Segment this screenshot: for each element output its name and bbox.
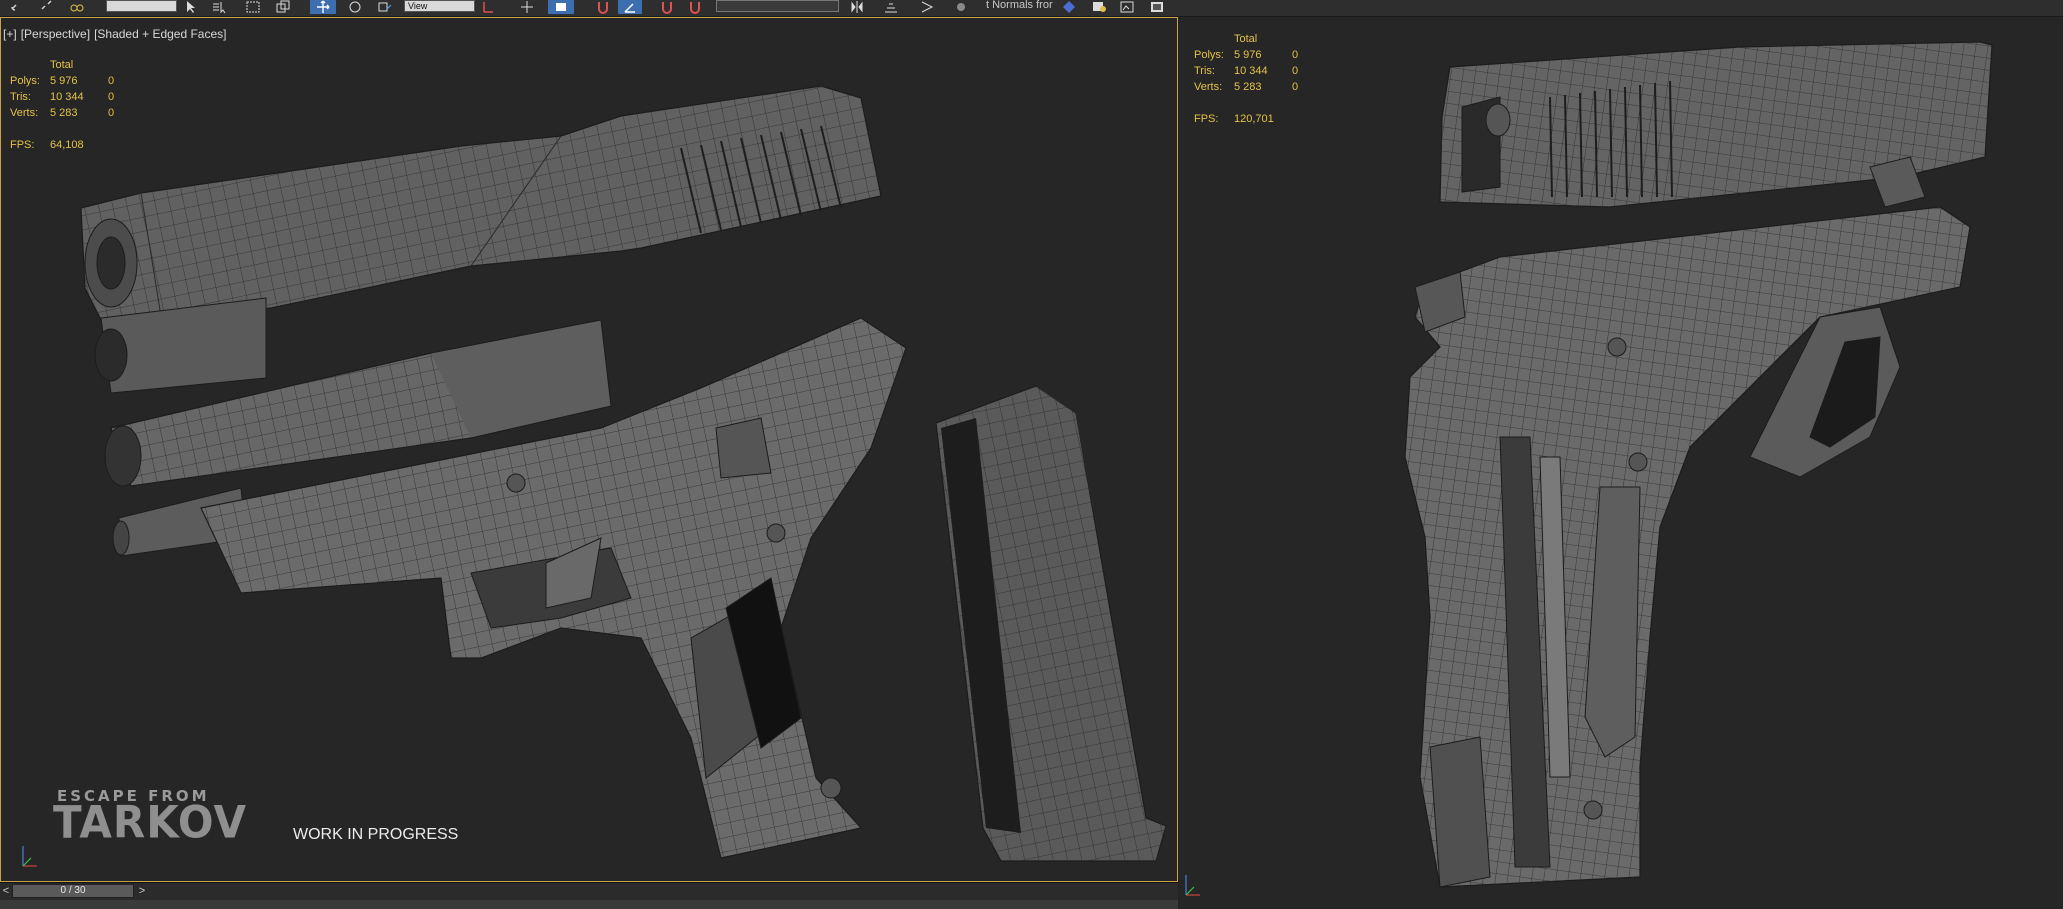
normals-label: t Normals fror <box>986 0 1053 11</box>
time-slider-bar: < 0 / 30 > <box>0 882 1178 909</box>
rect-region-icon[interactable] <box>242 0 264 14</box>
mirror-icon[interactable] <box>846 0 868 14</box>
magazine-part[interactable] <box>935 385 1167 862</box>
axis-gizmo-icon <box>1185 875 1200 896</box>
selection-filter-field[interactable] <box>106 0 177 12</box>
link-icon[interactable] <box>6 0 28 14</box>
align-icon[interactable] <box>880 0 902 14</box>
secondary-viewport[interactable]: Total Polys: 5 976 0 Tris: 10 344 0 Verts: 5 … <box>1180 17 2063 908</box>
pistol-model-assembled[interactable] <box>1180 17 2063 908</box>
reference-coord-icon[interactable] <box>374 0 396 14</box>
unlink-icon[interactable] <box>36 0 58 14</box>
slide-part[interactable] <box>1439 41 1993 208</box>
move-icon[interactable] <box>310 0 336 14</box>
window-crossing-icon[interactable] <box>272 0 294 14</box>
percent-snap-icon[interactable] <box>656 0 678 14</box>
checker-icon[interactable] <box>1058 0 1080 14</box>
select-by-name-icon[interactable] <box>208 0 230 14</box>
prev-frame-button[interactable]: < <box>0 884 12 898</box>
time-slider[interactable]: 0 / 30 <box>12 884 134 898</box>
manipulate-icon[interactable] <box>548 0 574 14</box>
bind-icon[interactable] <box>66 0 88 14</box>
logo-main-text: TARKOV <box>53 796 247 849</box>
perspective-viewport[interactable]: [+] [Perspective] [Shaded + Edged Faces] T… <box>0 17 1178 882</box>
layer-icon[interactable] <box>916 0 938 14</box>
render-frame-icon[interactable] <box>1146 0 1168 14</box>
pivot-icon[interactable] <box>478 0 500 14</box>
render-setup-icon[interactable] <box>1116 0 1138 14</box>
frame-part[interactable] <box>1404 206 1971 888</box>
spinner-snap-icon[interactable] <box>684 0 706 14</box>
pistol-model-exploded[interactable] <box>1 18 1177 881</box>
snap-icon[interactable] <box>592 0 614 14</box>
axis-gizmo-icon <box>22 846 37 867</box>
next-frame-button[interactable]: > <box>136 884 148 898</box>
main-toolbar: View t Normals fror <box>0 0 2063 17</box>
named-selection-set[interactable] <box>716 0 839 12</box>
angle-snap-icon[interactable] <box>618 0 642 14</box>
material-editor-icon[interactable] <box>1088 0 1110 14</box>
rotate-icon[interactable] <box>344 0 366 14</box>
reference-coord-dropdown[interactable]: View <box>404 0 475 12</box>
work-in-progress-caption: WORK IN PROGRESS <box>293 826 459 843</box>
crosshair-icon[interactable] <box>516 0 538 14</box>
escape-from-tarkov-logo: ESCAPE FROM TARKOV <box>49 775 279 865</box>
select-icon[interactable] <box>180 0 202 14</box>
graphite-icon[interactable] <box>950 0 972 14</box>
